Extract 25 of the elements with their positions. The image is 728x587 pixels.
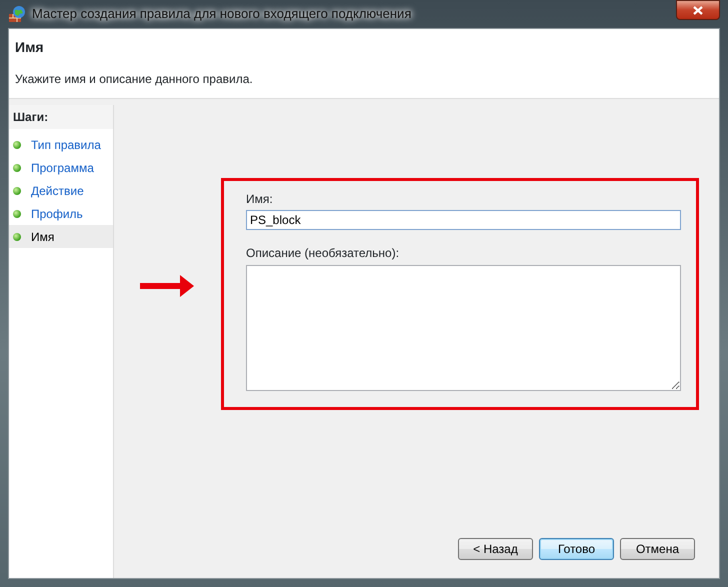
close-icon (693, 6, 703, 14)
close-button[interactable] (676, 0, 720, 20)
arrow-icon (140, 273, 196, 299)
status-dot-icon (13, 140, 21, 148)
step-item[interactable]: Тип правила (9, 133, 113, 156)
status-dot-icon (13, 210, 21, 218)
step-item[interactable]: Имя (9, 225, 113, 248)
window-title: Мастер создания правила для нового входящего подключения (32, 5, 412, 24)
field-label: Имя: (246, 191, 274, 208)
firewall-globe-icon (8, 5, 26, 23)
status-dot-icon (13, 186, 21, 194)
dialog-button[interactable]: < Назад (458, 538, 533, 560)
steps-heading: Шаги: (9, 105, 113, 129)
page-title: Имя (15, 38, 45, 57)
field-label: Описание (необязательно): (246, 245, 400, 262)
name-field[interactable]: PS_block (246, 210, 681, 230)
step-item[interactable]: Действие (9, 179, 113, 202)
status-dot-icon (13, 232, 21, 240)
description-field[interactable] (246, 265, 681, 391)
status-dot-icon (13, 164, 21, 172)
dialog-button[interactable]: Отмена (620, 538, 695, 560)
step-item[interactable]: Профиль (9, 202, 113, 225)
page-subtitle: Укажите имя и описание данного правила. (15, 71, 254, 88)
dialog-button[interactable]: Готово (539, 538, 614, 560)
step-item[interactable]: Программа (9, 156, 113, 179)
